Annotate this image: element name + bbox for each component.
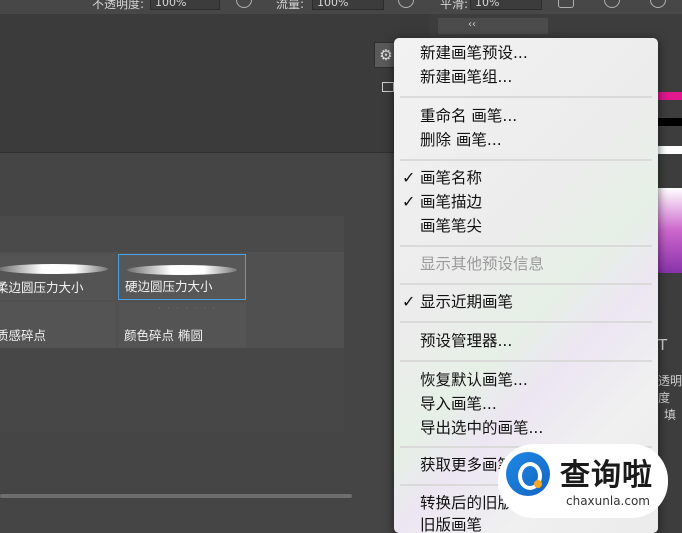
gear-icon: ⚙ — [379, 46, 393, 64]
brush-stroke-preview — [0, 264, 108, 274]
menu-separator — [400, 283, 652, 285]
smoothing-label: 平滑: — [440, 0, 469, 11]
brush-item-color-dots[interactable]: · · · · · · · 颜色碎点 椭圆 — [118, 302, 246, 348]
collapse-panels-button[interactable]: ‹‹ — [438, 18, 548, 34]
dots-preview: · · · · · · · — [158, 304, 218, 313]
brush-item-texture-dots[interactable]: 质感碎点 — [0, 302, 116, 348]
menu-item-new-brush-preset[interactable]: 新建画笔预设... — [420, 44, 528, 62]
brush-item-hard-round[interactable]: 硬边圆压力大小 — [118, 254, 246, 300]
menu-item-brush-tip[interactable]: 画笔笔尖 — [420, 217, 482, 235]
menu-separator — [400, 321, 652, 323]
fill-partial-label: 填 — [664, 408, 677, 422]
menu-item-legacy-brushes[interactable]: 旧版画笔 — [420, 516, 482, 533]
menu-item-preset-manager[interactable]: 预设管理器... — [420, 332, 512, 350]
menu-item-brush-stroke[interactable]: 画笔描边 — [420, 193, 482, 211]
magenta-swatch[interactable] — [655, 92, 682, 100]
brushes-panel: ⚙ 柔边圆压力大小 硬边圆压力大小 质感碎点 · · · · · · · 颜色碎… — [0, 14, 400, 533]
menu-item-export-selected-brushes[interactable]: 导出选中的画笔... — [420, 419, 543, 437]
smoothing-field[interactable]: 10% — [470, 0, 542, 10]
brush-name: 颜色碎点 椭圆 — [124, 328, 203, 343]
check-icon: ✓ — [402, 292, 416, 311]
menu-separator — [400, 360, 652, 362]
watermark-url-text: chaxunla.com — [566, 494, 650, 508]
brush-item-soft-round[interactable]: 柔边圆压力大小 — [0, 254, 116, 300]
opacity-label: 不透明度: — [92, 0, 145, 11]
menu-item-show-recent-brushes[interactable]: 显示近期画笔 — [420, 293, 513, 311]
brush-preview-area — [0, 14, 400, 153]
new-brush-icon[interactable] — [382, 82, 394, 92]
watermark-logo-icon — [506, 452, 550, 496]
black-swatch[interactable] — [655, 118, 682, 126]
airbrush-icon[interactable] — [398, 0, 414, 8]
collapse-icon: ‹‹ — [468, 19, 476, 30]
menu-separator — [400, 245, 652, 247]
brush-list-empty-space — [0, 348, 344, 432]
menu-item-import-brushes[interactable]: 导入画笔... — [420, 395, 497, 413]
watermark-cn-text: 查询啦 — [560, 458, 653, 493]
brush-group-header — [0, 216, 344, 252]
opacity-partial-label: 透明度 — [658, 374, 682, 405]
flow-field[interactable]: 100% — [312, 0, 384, 10]
brush-name: 硬边圆压力大小 — [125, 279, 213, 294]
menu-separator — [400, 96, 652, 98]
color-spectrum[interactable] — [655, 188, 682, 273]
menu-item-restore-default-brushes[interactable]: 恢复默认画笔... — [420, 371, 528, 389]
type-tool-icon[interactable]: T — [658, 336, 667, 354]
opacity-field[interactable]: 100% — [150, 0, 220, 10]
menu-item-rename-brush[interactable]: 重命名 画笔... — [420, 107, 517, 125]
check-icon: ✓ — [402, 192, 416, 211]
menu-item-show-preset-info: 显示其他预设信息 — [420, 255, 545, 273]
smoothing-settings-icon[interactable] — [558, 0, 574, 8]
brush-stroke-preview — [127, 265, 237, 275]
brush-name: 柔边圆压力大小 — [0, 280, 84, 295]
symmetry-icon[interactable] — [604, 0, 620, 8]
brush-name: 质感碎点 — [0, 328, 47, 343]
menu-item-new-brush-group[interactable]: 新建画笔组... — [420, 68, 512, 86]
flow-label: 流量: — [276, 0, 305, 11]
menu-separator — [400, 159, 652, 161]
menu-item-brush-name[interactable]: 画笔名称 — [420, 169, 482, 187]
search-icon[interactable] — [650, 0, 666, 8]
horizontal-scrollbar[interactable] — [0, 494, 352, 498]
pressure-opacity-icon[interactable] — [236, 0, 252, 8]
check-icon: ✓ — [402, 168, 416, 187]
options-toolbar: 不透明度: 100% 流量: 100% 平滑: 10% — [0, 0, 682, 14]
watermark: 查询啦 chaxunla.com — [498, 444, 668, 518]
white-swatch[interactable] — [655, 146, 682, 154]
menu-item-delete-brush[interactable]: 删除 画笔... — [420, 131, 502, 149]
